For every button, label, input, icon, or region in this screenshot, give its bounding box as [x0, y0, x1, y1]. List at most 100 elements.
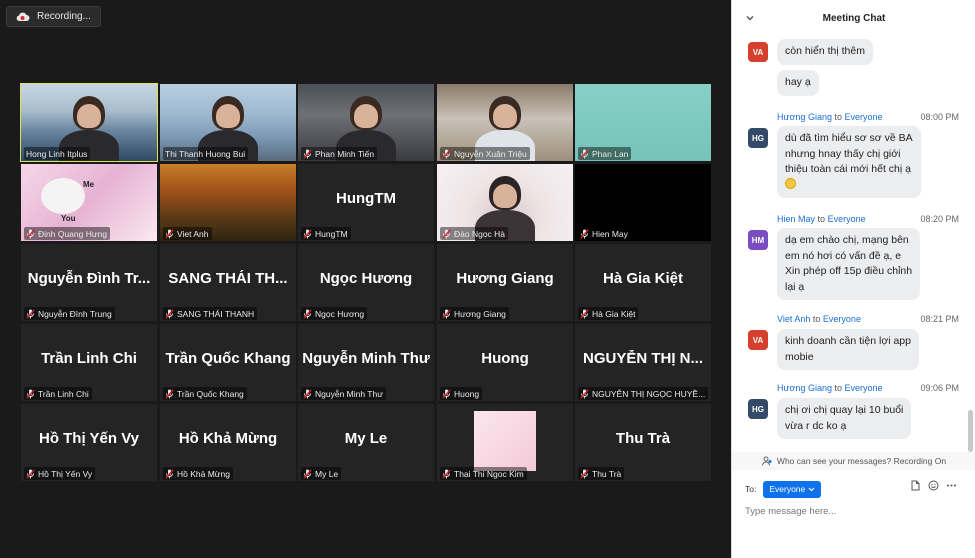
chevron-down-icon[interactable] — [744, 12, 756, 24]
message-text: nhưng hnay thấy chị giới — [785, 147, 901, 160]
emoji-line — [785, 177, 913, 194]
mic-muted-icon — [303, 388, 312, 399]
participant-name: Thai Thi Ngoc Kim — [454, 468, 524, 479]
participant-display-name: My Le — [344, 430, 388, 447]
message-meta: Viet Anh to Everyone 08:21 PM — [777, 314, 959, 326]
message-line: Xin phép off 15p điều chỉnh — [785, 264, 912, 280]
sender-name[interactable]: Viet Anh — [777, 314, 810, 324]
message-line: chị ơi chị quay lại 10 buổi — [785, 403, 903, 419]
participant-tile[interactable]: Nguyễn Xuân Triệu — [437, 84, 573, 161]
participant-tile[interactable]: SANG THÁI TH... SANG THÁI THANH — [160, 244, 296, 321]
participant-tile[interactable]: Thai Thi Ngoc Kim — [437, 404, 573, 481]
privacy-note[interactable]: Who can see your messages? Recording On — [732, 452, 975, 470]
sender-name[interactable]: Hương Giang — [777, 383, 832, 393]
participant-tile[interactable]: Hong Linh Itplus — [20, 83, 158, 162]
sender-avatar[interactable]: HG — [748, 399, 768, 419]
participant-tile[interactable]: Hà Gia Kiệt Hà Gia Kiệt — [575, 244, 711, 321]
participant-tile[interactable]: Hồ Thị Yến Vy Hồ Thị Yến Vy — [21, 404, 157, 481]
sender-avatar[interactable]: VA — [748, 42, 768, 62]
recipient-select-value: Everyone — [769, 484, 806, 494]
participant-tile[interactable]: Viet Anh — [160, 164, 296, 241]
mic-muted-icon — [165, 228, 174, 239]
message-line: hay ạ — [785, 75, 811, 91]
participant-tile[interactable]: Nguyễn Đình Tr... Nguyễn Đình Trung — [21, 244, 157, 321]
message-line: vừa r dc ko ạ — [785, 419, 903, 435]
file-icon[interactable] — [910, 480, 921, 491]
participant-display-name: Ngọc Hương — [319, 270, 413, 287]
message-input[interactable] — [745, 503, 960, 519]
message-bubble[interactable]: dạ em chào chị, mạng bên em nó hơi có vấn… — [777, 228, 921, 300]
participant-name-tag: Hồ Khả Mừng — [163, 467, 233, 480]
mic-muted-icon — [442, 148, 451, 159]
mic-muted-icon — [165, 308, 174, 319]
sender-avatar[interactable]: HM — [748, 230, 768, 250]
participant-name: Phan Lan — [592, 148, 629, 159]
mic-muted-icon — [26, 468, 35, 479]
sender-name[interactable]: Hien May — [777, 214, 815, 224]
participant-name-tag: Hong Linh Itplus — [24, 147, 91, 160]
participant-name-tag: Phan Lan — [578, 147, 632, 160]
participant-name: Nguyễn Đình Trung — [38, 308, 112, 319]
participant-name-tag: Hà Gia Kiệt — [578, 307, 639, 320]
message-bubble[interactable]: còn hiển thị thêm — [777, 39, 873, 65]
emoji-icon[interactable] — [928, 480, 939, 491]
mic-muted-icon — [580, 228, 589, 239]
participant-face — [216, 104, 240, 128]
more-icon[interactable] — [946, 480, 957, 491]
sender-avatar[interactable]: VA — [748, 330, 768, 350]
recording-indicator[interactable]: Recording... — [6, 6, 101, 27]
sender-avatar[interactable]: HG — [748, 128, 768, 148]
participant-tile[interactable]: Huong Huong — [437, 324, 573, 401]
participant-name-tag: Viet Anh — [163, 227, 212, 240]
participant-tile[interactable]: Ngọc Hương Ngọc Hương — [298, 244, 434, 321]
to-word: to — [834, 112, 842, 122]
participant-tile[interactable]: Hồ Khả Mừng Hồ Khả Mừng — [160, 404, 296, 481]
message-line: thiệu toàn cái mới hết chị ạ — [785, 162, 913, 178]
participant-name: Trần Linh Chi — [38, 388, 89, 399]
participant-tile[interactable]: Phan Lan — [575, 84, 711, 161]
recipient-name: Everyone — [844, 112, 883, 122]
message-line: dạ em chào chị, mạng bên — [785, 233, 912, 249]
participant-tile[interactable]: My Le My Le — [298, 404, 434, 481]
participant-tile[interactable]: Đào Ngọc Hà — [437, 164, 573, 241]
message-line: còn hiển thị thêm — [785, 44, 865, 60]
message-bubble[interactable]: kinh doanh cần tiện lợi app mobie — [777, 329, 919, 370]
mic-muted-icon — [26, 228, 35, 239]
participant-name-tag: Trần Quốc Khang — [163, 387, 247, 400]
message-bubble[interactable]: chị ơi chị quay lại 10 buổi vừa r dc ko ạ — [777, 398, 912, 439]
participant-tile[interactable]: Thi Thanh Huong Bui — [160, 84, 296, 161]
participant-name-tag: HungTM — [301, 227, 351, 240]
sticker-image — [41, 178, 85, 214]
message-bubble[interactable]: dù đã tìm hiểu sơ sơ về BA nhưng hnay thấ… — [777, 126, 921, 198]
chat-tools — [910, 480, 957, 491]
participant-tile[interactable]: Me You Đinh Quang Hưng — [21, 164, 157, 241]
participant-name: Hà Gia Kiệt — [592, 308, 636, 319]
participant-tile[interactable]: Nguyễn Minh Thư Nguyễn Minh Thư — [298, 324, 434, 401]
message-line: dù đã tìm hiểu sơ sơ về BA — [785, 131, 913, 147]
mic-muted-icon — [303, 468, 312, 479]
participant-tile[interactable]: HungTM HungTM — [298, 164, 434, 241]
participant-tile[interactable]: Hien May — [575, 164, 711, 241]
participant-name: Nguyễn Xuân Triệu — [454, 148, 527, 159]
message-text: chị ơi chị quay lại 10 buổi — [785, 404, 904, 416]
message-bubble[interactable]: hay ạ — [777, 70, 819, 96]
participant-name: Hồ Khả Mừng — [177, 468, 230, 479]
recipient-name: Everyone — [827, 214, 866, 224]
sender-name[interactable]: Hương Giang — [777, 112, 832, 122]
message-line: lại ạ — [785, 280, 912, 296]
participant-name-tag: Đào Ngọc Hà — [440, 227, 509, 240]
message-text: thiệu toàn cái mới hết chị ạ — [785, 163, 911, 175]
participant-tile[interactable]: Thu Trà Thu Trà — [575, 404, 711, 481]
chat-scrollbar[interactable] — [968, 410, 973, 452]
message-line: em nó hơi có vấn đề ạ, e — [785, 249, 912, 265]
message-line: mobie — [785, 350, 911, 366]
recipient-select[interactable]: Everyone — [763, 480, 822, 498]
participant-tile[interactable]: Trần Linh Chi Trần Linh Chi — [21, 324, 157, 401]
participant-tile[interactable]: NGUYỄN THỊ N... NGUYỄN THỊ NGỌC HUYỀ... — [575, 324, 711, 401]
participant-display-name: HungTM — [336, 190, 396, 207]
participant-tile[interactable]: Hương Giang Hương Giang — [437, 244, 573, 321]
mic-muted-icon — [303, 148, 312, 159]
participant-tile[interactable]: Phan Minh Tiến — [298, 84, 434, 161]
message-text: còn hiển thị thêm — [785, 45, 865, 57]
participant-tile[interactable]: Trần Quốc Khang Trần Quốc Khang — [160, 324, 296, 401]
